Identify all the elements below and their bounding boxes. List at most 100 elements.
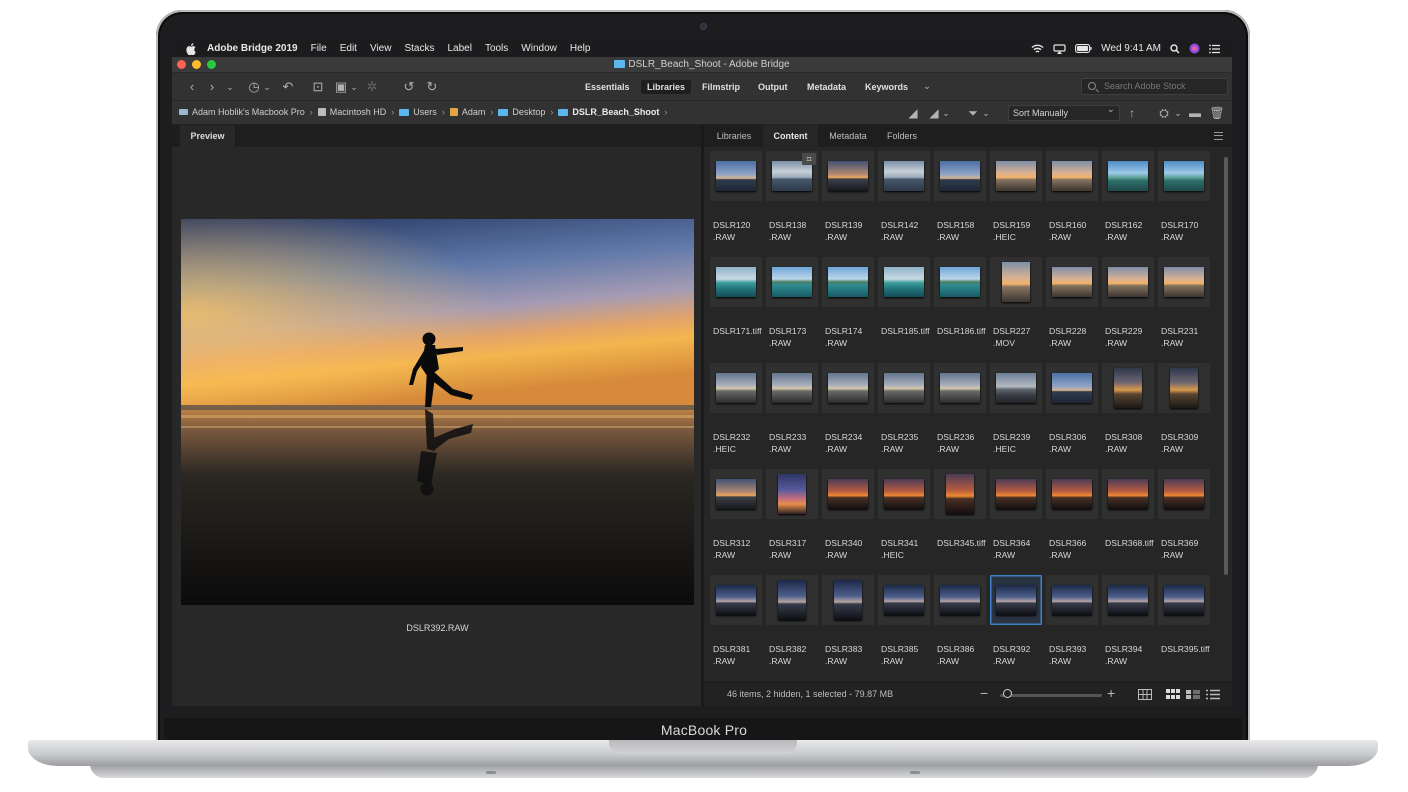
thumbnail-frame[interactable] bbox=[710, 257, 762, 307]
thumbnail-image[interactable] bbox=[828, 267, 868, 297]
thumbnail-image[interactable] bbox=[884, 161, 924, 191]
thumbnail-view-icon[interactable] bbox=[1166, 689, 1180, 700]
breadcrumb-computer[interactable]: Adam Hoblik's Macbook Pro bbox=[179, 107, 305, 117]
thumbnail-item[interactable]: DSLR393 .RAW bbox=[1046, 575, 1098, 679]
tab-metadata[interactable]: Metadata bbox=[822, 125, 874, 147]
menu-edit[interactable]: Edit bbox=[340, 43, 357, 54]
thumbnail-item[interactable]: ⌗ DSLR138 .RAW bbox=[766, 151, 818, 255]
thumbnail-frame[interactable]: ⌗ bbox=[766, 151, 818, 201]
thumbnail-image[interactable] bbox=[778, 580, 806, 620]
thumbnail-frame[interactable] bbox=[710, 575, 762, 625]
thumbnail-item[interactable]: DSLR392 .RAW bbox=[990, 575, 1042, 679]
thumbnail-image[interactable] bbox=[996, 161, 1036, 191]
thumbnail-frame[interactable] bbox=[1158, 575, 1210, 625]
thumbnail-frame[interactable] bbox=[934, 469, 986, 519]
quality-icon[interactable]: ◢ bbox=[905, 105, 921, 121]
breadcrumb-desktop[interactable]: Desktop bbox=[498, 107, 545, 117]
thumbnail-frame[interactable] bbox=[822, 469, 874, 519]
thumbnail-image[interactable] bbox=[828, 161, 868, 191]
thumbnail-frame[interactable] bbox=[766, 257, 818, 307]
thumbnail-image[interactable] bbox=[946, 474, 974, 514]
menu-tools[interactable]: Tools bbox=[485, 43, 508, 54]
thumbnail-image[interactable] bbox=[828, 479, 868, 509]
chevron-down-icon[interactable]: ⌄ bbox=[259, 79, 275, 95]
list-view-icon[interactable] bbox=[1206, 689, 1220, 700]
thumbnail-frame[interactable] bbox=[990, 257, 1042, 307]
tab-content[interactable]: Content bbox=[763, 125, 818, 147]
thumbnail-item[interactable]: DSLR236 .RAW bbox=[934, 363, 986, 467]
chevron-down-icon[interactable]: ⌄ bbox=[222, 79, 238, 95]
tab-folders[interactable]: Folders bbox=[878, 125, 926, 147]
thumbnail-frame[interactable] bbox=[710, 363, 762, 413]
thumbnail-image[interactable] bbox=[1108, 585, 1148, 615]
thumbnail-item[interactable]: DSLR233 .RAW bbox=[766, 363, 818, 467]
thumbnail-image[interactable] bbox=[940, 161, 980, 191]
thumbnail-item[interactable]: DSLR142 .RAW bbox=[878, 151, 930, 255]
thumbnail-image[interactable] bbox=[1164, 479, 1204, 509]
thumbnail-frame[interactable] bbox=[990, 469, 1042, 519]
thumbnail-frame[interactable] bbox=[1158, 257, 1210, 307]
thumbnail-item[interactable]: DSLR235 .RAW bbox=[878, 363, 930, 467]
thumbnail-item[interactable]: DSLR340 .RAW bbox=[822, 469, 874, 573]
forward-icon[interactable]: › bbox=[204, 79, 220, 95]
back-icon[interactable]: ‹ bbox=[184, 79, 200, 95]
camera-import-icon[interactable]: ⊡ bbox=[310, 79, 326, 95]
thumbnail-frame[interactable] bbox=[878, 469, 930, 519]
thumbnail-image[interactable] bbox=[1052, 479, 1092, 509]
thumbnail-item[interactable]: DSLR341 .HEIC bbox=[878, 469, 930, 573]
thumbnail-image[interactable] bbox=[772, 161, 812, 191]
thumbnail-image[interactable] bbox=[884, 479, 924, 509]
thumbnail-image[interactable] bbox=[940, 585, 980, 615]
thumbnail-image[interactable] bbox=[1052, 585, 1092, 615]
thumbnail-item[interactable]: DSLR383 .RAW bbox=[822, 575, 874, 679]
thumbnail-image[interactable] bbox=[1108, 161, 1148, 191]
thumbnail-frame[interactable] bbox=[1046, 575, 1098, 625]
thumbnail-frame[interactable] bbox=[934, 257, 986, 307]
thumbnail-item[interactable]: DSLR229 .RAW bbox=[1102, 257, 1154, 361]
thumbnail-image[interactable] bbox=[1002, 262, 1030, 302]
thumbnail-frame[interactable] bbox=[766, 575, 818, 625]
thumbnail-frame[interactable] bbox=[710, 469, 762, 519]
thumbnail-frame[interactable] bbox=[1102, 363, 1154, 413]
thumbnail-image[interactable] bbox=[834, 580, 862, 620]
thumbnail-image[interactable] bbox=[940, 267, 980, 297]
thumbnail-frame[interactable] bbox=[1158, 469, 1210, 519]
thumbnail-item[interactable]: DSLR382 .RAW bbox=[766, 575, 818, 679]
workspace-essentials[interactable]: Essentials bbox=[579, 80, 636, 94]
thumbnail-item[interactable]: DSLR386 .RAW bbox=[934, 575, 986, 679]
thumbnail-item[interactable]: DSLR160 .RAW bbox=[1046, 151, 1098, 255]
thumbnail-image[interactable] bbox=[716, 479, 756, 509]
menu-app-name[interactable]: Adobe Bridge 2019 bbox=[207, 43, 298, 54]
workspace-metadata[interactable]: Metadata bbox=[801, 80, 852, 94]
siri-icon[interactable] bbox=[1189, 43, 1200, 54]
sort-ascending-icon[interactable]: ↑ bbox=[1124, 105, 1140, 121]
thumbnail-frame[interactable] bbox=[1102, 469, 1154, 519]
thumbnail-frame[interactable] bbox=[878, 575, 930, 625]
slider-knob[interactable] bbox=[1003, 689, 1012, 698]
thumbnail-frame[interactable] bbox=[934, 575, 986, 625]
thumbnail-frame[interactable] bbox=[1158, 151, 1210, 201]
content-scrollbar[interactable] bbox=[1223, 151, 1229, 671]
thumbnail-frame[interactable] bbox=[934, 363, 986, 413]
thumbnail-image[interactable] bbox=[996, 479, 1036, 509]
breadcrumb-current-folder[interactable]: DSLR_Beach_Shoot bbox=[558, 107, 659, 117]
thumbnail-image[interactable] bbox=[1108, 479, 1148, 509]
thumbnail-image[interactable] bbox=[716, 161, 756, 191]
thumbnail-item[interactable]: DSLR385 .RAW bbox=[878, 575, 930, 679]
clock[interactable]: Wed 9:41 AM bbox=[1101, 43, 1161, 54]
thumbnail-size-slider[interactable] bbox=[1000, 694, 1102, 697]
workspace-more-icon[interactable]: ⌄ bbox=[919, 79, 935, 95]
thumbnail-image[interactable] bbox=[940, 373, 980, 403]
breadcrumb-drive[interactable]: Macintosh HD bbox=[317, 107, 386, 117]
thumbnail-image[interactable] bbox=[828, 373, 868, 403]
thumbnail-frame[interactable] bbox=[766, 363, 818, 413]
preview-image[interactable] bbox=[181, 219, 694, 605]
thumbnail-item[interactable]: DSLR171.tiff bbox=[710, 257, 762, 361]
thumbnail-image[interactable] bbox=[884, 373, 924, 403]
thumbnail-frame[interactable] bbox=[710, 151, 762, 201]
thumbnail-item[interactable]: DSLR120 .RAW bbox=[710, 151, 762, 255]
sort-select[interactable]: Sort Manually bbox=[1008, 103, 1120, 121]
thumbnail-frame[interactable] bbox=[1046, 151, 1098, 201]
thumbnail-item[interactable]: DSLR239 .HEIC bbox=[990, 363, 1042, 467]
thumbnail-image[interactable] bbox=[1114, 368, 1142, 408]
